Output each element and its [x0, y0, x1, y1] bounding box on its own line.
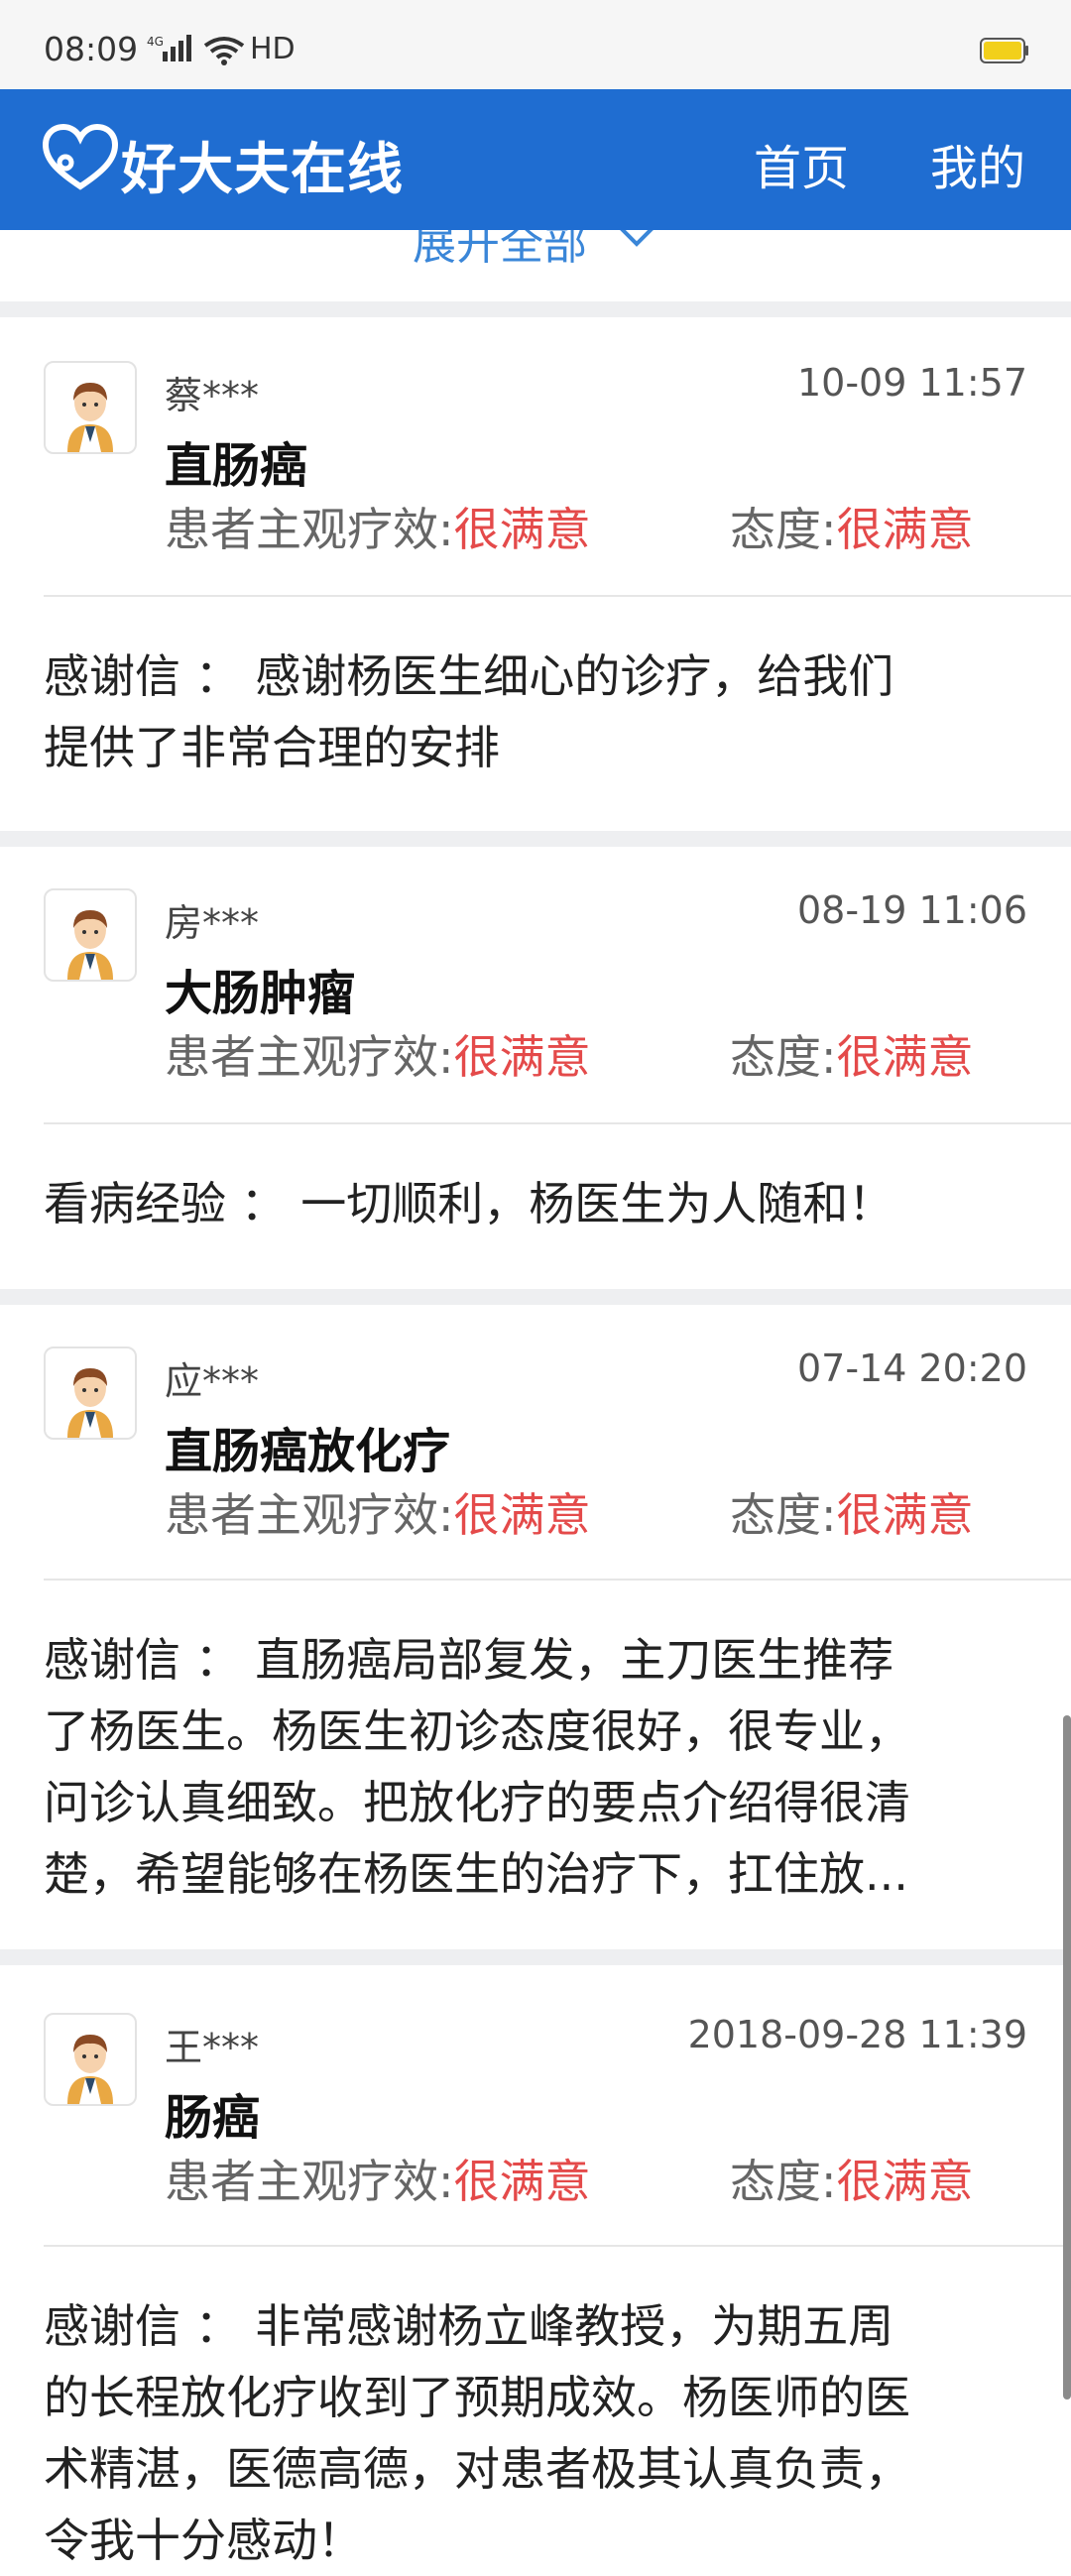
- scrollbar[interactable]: [1063, 1715, 1071, 2400]
- attitude-label: 态度:: [730, 503, 837, 556]
- content-line: 了杨医生。杨医生初诊态度很好，很专业，: [44, 1704, 910, 1758]
- doctor-avatar-icon: [67, 383, 113, 452]
- content-line: 看病经验 ： 一切顺利，杨医生为人随和！: [44, 1177, 894, 1230]
- content-line: 感谢信 ： 直肠癌局部复发，主刀医生推荐: [44, 1633, 894, 1687]
- content-line: 楚，希望能够在杨医生的治疗下，扛住放...: [44, 1847, 908, 1901]
- attitude-rating: 态度:很满意: [730, 1021, 974, 1087]
- effect-label: 患者主观疗效:: [165, 2155, 454, 2208]
- attitude-label: 态度:: [730, 1488, 837, 1542]
- attitude-value: 很满意: [836, 1488, 974, 1542]
- wifi-icon: [203, 37, 245, 65]
- doctor-avatar-icon: [67, 1368, 113, 1438]
- disease-title: 直肠癌放化疗: [165, 1424, 451, 1479]
- reviewer-name: 蔡***: [165, 374, 260, 417]
- avatar: [44, 1347, 137, 1440]
- content-line: 术精湛，医德高德，对患者极其认真负责，: [44, 2442, 910, 2496]
- divider: [44, 1579, 1071, 1581]
- review-card[interactable]: 房*** 08-19 11:06 大肠肿瘤 患者主观疗效:很满意 态度:很满意 …: [0, 847, 1071, 1289]
- effect-label: 患者主观疗效:: [165, 1030, 454, 1084]
- disease-title: 肠癌: [165, 2090, 261, 2146]
- status-time: 08:09: [44, 30, 139, 68]
- content-line: 问诊认真细致。把放化疗的要点介绍得很清: [44, 1776, 910, 1829]
- content-line: 提供了非常合理的安排: [44, 721, 500, 774]
- chevron-down-icon[interactable]: [617, 230, 656, 248]
- nav-home[interactable]: 首页: [754, 129, 849, 198]
- review-time: 10-09 11:57: [796, 361, 1027, 405]
- expand-all-link[interactable]: 展开全部: [413, 230, 587, 272]
- attitude-rating: 态度:很满意: [730, 1479, 974, 1545]
- attitude-value: 很满意: [836, 2155, 974, 2208]
- reviewer-name: 王***: [165, 2026, 260, 2069]
- divider: [44, 595, 1071, 597]
- expand-all-row[interactable]: 展开全部: [0, 230, 1071, 299]
- doctor-avatar-icon: [67, 910, 113, 980]
- app-logo-text[interactable]: 好大夫在线: [121, 125, 404, 205]
- divider: [44, 1122, 1071, 1124]
- content-line: 令我十分感动！: [44, 2514, 363, 2567]
- doctor-avatar-icon: [67, 2035, 113, 2104]
- effect-label: 患者主观疗效:: [165, 1488, 454, 1542]
- heart-logo-icon[interactable]: [42, 123, 119, 192]
- section-separator: [0, 831, 1071, 847]
- section-separator: [0, 1949, 1071, 1965]
- effect-rating: 患者主观疗效:很满意: [165, 1021, 591, 1087]
- avatar: [44, 2013, 137, 2106]
- attitude-rating: 态度:很满意: [730, 2146, 974, 2211]
- hd-indicator: HD: [250, 32, 296, 66]
- section-separator: [0, 301, 1071, 317]
- avatar: [44, 888, 137, 982]
- effect-label: 患者主观疗效:: [165, 503, 454, 556]
- attitude-rating: 态度:很满意: [730, 494, 974, 559]
- effect-value: 很满意: [453, 503, 591, 556]
- effect-value: 很满意: [453, 1030, 591, 1084]
- effect-rating: 患者主观疗效:很满意: [165, 2146, 591, 2211]
- network-label: 4G: [147, 35, 164, 49]
- status-bar: 08:09 4G HD: [0, 0, 1071, 89]
- reviewer-name: 应***: [165, 1359, 260, 1403]
- review-content[interactable]: 感谢信 ： 直肠癌局部复发，主刀医生推荐 了杨医生。杨医生初诊态度很好，很专业，…: [44, 1624, 1025, 1910]
- review-time: 07-14 20:20: [796, 1347, 1027, 1390]
- content-line: 感谢信 ： 非常感谢杨立峰教授，为期五周: [44, 2299, 894, 2353]
- avatar: [44, 361, 137, 454]
- nav-mine[interactable]: 我的: [930, 129, 1025, 198]
- review-content[interactable]: 感谢信 ： 感谢杨医生细心的诊疗，给我们 提供了非常合理的安排: [44, 641, 1025, 783]
- effect-value: 很满意: [453, 1488, 591, 1542]
- attitude-label: 态度:: [730, 1030, 837, 1084]
- review-card[interactable]: 应*** 07-14 20:20 直肠癌放化疗 患者主观疗效:很满意 态度:很满…: [0, 1305, 1071, 1949]
- effect-value: 很满意: [453, 2155, 591, 2208]
- attitude-value: 很满意: [836, 503, 974, 556]
- review-card[interactable]: 蔡*** 10-09 11:57 直肠癌 患者主观疗效:很满意 态度:很满意 感…: [0, 317, 1071, 831]
- review-content[interactable]: 看病经验 ： 一切顺利，杨医生为人随和！: [44, 1168, 1025, 1239]
- battery-icon: [980, 38, 1028, 63]
- disease-title: 直肠癌: [165, 438, 308, 494]
- review-card[interactable]: 王*** 2018-09-28 11:39 肠癌 患者主观疗效:很满意 态度:很…: [0, 1965, 1071, 2567]
- app-header: 好大夫在线 首页 我的: [0, 89, 1071, 230]
- review-time: 08-19 11:06: [796, 888, 1027, 932]
- effect-rating: 患者主观疗效:很满意: [165, 1479, 591, 1545]
- attitude-label: 态度:: [730, 2155, 837, 2208]
- review-time: 2018-09-28 11:39: [687, 2013, 1027, 2056]
- content-line: 的长程放化疗收到了预期成效。杨医师的医: [44, 2371, 910, 2424]
- signal-icon: 4G: [147, 35, 191, 61]
- content-line: 感谢信 ： 感谢杨医生细心的诊疗，给我们: [44, 649, 894, 703]
- reviewer-name: 房***: [165, 901, 260, 945]
- effect-rating: 患者主观疗效:很满意: [165, 494, 591, 559]
- review-content[interactable]: 感谢信 ： 非常感谢杨立峰教授，为期五周 的长程放化疗收到了预期成效。杨医师的医…: [44, 2290, 1025, 2576]
- section-separator: [0, 1289, 1071, 1305]
- attitude-value: 很满意: [836, 1030, 974, 1084]
- disease-title: 大肠肿瘤: [165, 966, 356, 1021]
- divider: [44, 2245, 1071, 2247]
